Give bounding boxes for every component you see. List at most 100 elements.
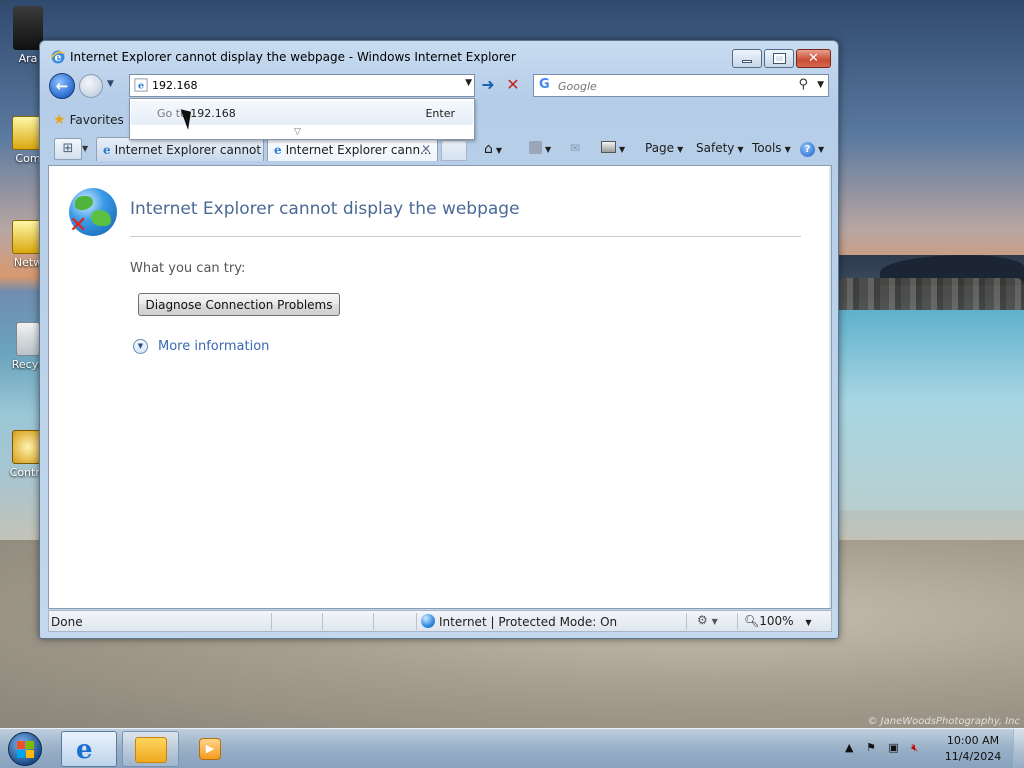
tab-1[interactable]: e Internet Explorer cannot ... [96,137,264,161]
safety-menu-label: Safety [696,141,735,155]
back-arrow-icon: ← [55,77,69,95]
autocomplete-expand-icon[interactable]: ▽ [294,127,301,137]
print-button[interactable]: ▼ [601,141,625,155]
taskbar-windows-explorer[interactable] [122,731,179,767]
start-button[interactable] [8,732,42,766]
show-desktop-button[interactable] [1013,729,1024,768]
clock-date: 11/4/2024 [944,750,1002,763]
ie-logo-icon: e [50,50,66,64]
favorites-button[interactable]: ★ Favorites [53,112,124,128]
zone-label: Internet | Protected Mode: On [439,615,618,629]
search-icon[interactable]: ⚲ [798,77,808,92]
clock-time: 10:00 AM [946,734,1000,747]
go-arrow-icon: ➜ [481,75,495,94]
page-content: ✕ Internet Explorer cannot display the w… [48,165,832,609]
diagnose-connection-button[interactable]: Diagnose Connection Problems [138,293,340,316]
forward-button[interactable] [79,74,103,98]
go-button[interactable]: ➜ [477,76,499,96]
action-center-flag-icon[interactable]: ⚑ [866,741,876,754]
back-button[interactable]: ← [49,73,75,99]
address-dropdown-icon[interactable]: ▼ [465,78,472,88]
recycle-bin-icon [16,322,40,356]
status-text: Done [51,615,83,629]
history-dropdown-icon[interactable]: ▼ [107,79,114,89]
close-button[interactable]: ✕ [796,49,831,68]
chevron-down-icon: ▼ [677,145,684,154]
minimize-button[interactable] [732,49,762,68]
windows-logo-icon [17,741,25,749]
tab-close-icon[interactable]: ✕ [421,142,431,156]
more-information-link[interactable]: More information [158,339,269,354]
enter-hint: Enter [425,107,455,120]
search-options-dropdown-icon[interactable]: ▼ [817,80,824,90]
zoom-magnifier-icon: 🔍︎ [744,614,760,628]
taskbar-media-player[interactable]: ▶ [185,731,229,767]
minimize-icon [742,60,752,63]
status-divider [271,613,272,630]
status-divider [373,613,374,630]
safety-menu[interactable]: Safety ▼ [696,141,744,155]
maximize-button[interactable] [764,49,794,68]
ie-logo-icon: e [76,735,93,765]
quick-tabs-button[interactable]: ⊞ [54,138,82,160]
security-zone[interactable]: Internet | Protected Mode: On [421,614,617,629]
addons-icon: ⚙ [697,613,708,627]
tab-row: ⊞ ▼ e Internet Explorer cannot ... e Inter… [46,136,832,163]
address-bar[interactable]: e ▼ [129,74,475,97]
page-icon: e [134,78,148,92]
read-mail-button[interactable]: ✉ [570,141,580,155]
stop-button[interactable]: ✕ [502,76,524,96]
status-divider [686,613,687,630]
printer-icon [601,141,616,153]
address-input[interactable] [152,77,452,94]
favorites-star-icon: ★ [53,112,66,128]
volume-muted-icon[interactable]: 🔇︎ [911,741,918,754]
chevron-down-icon: ▼ [784,145,791,154]
wallpaper-watermark: © JaneWoodsPhotography, Inc [867,716,1020,727]
folder-icon [135,737,167,763]
status-divider [322,613,323,630]
search-input[interactable] [558,78,788,94]
tab-label: Internet Explorer cann... [285,143,432,157]
show-hidden-icons[interactable]: ▲ [845,741,853,754]
search-box[interactable]: G ⚲ ▼ [533,74,829,97]
title-divider [130,236,801,237]
clock[interactable]: 10:00 AM 11/4/2024 [940,733,1006,765]
page-menu[interactable]: Page ▼ [645,141,683,155]
rss-feed-icon [529,141,542,154]
system-tray: ▲ ⚑ ▣ 🔇︎ [845,741,927,755]
stop-icon: ✕ [506,75,520,94]
feeds-button[interactable]: ▼ [529,141,551,155]
ie-window: e Internet Explorer cannot display the w… [39,40,839,639]
status-divider [416,613,417,630]
zoom-dropdown-icon: ▼ [805,618,812,627]
help-menu[interactable]: ? ▼ [800,141,824,157]
error-title: Internet Explorer cannot display the web… [130,199,520,219]
address-autocomplete-dropdown: Go to 192.168 Enter ▽ [129,98,475,140]
zoom-control[interactable]: 🔍︎100% ▼ [744,614,812,628]
chevron-down-icon: ▼ [737,145,744,154]
home-icon: ⌂ [484,141,493,157]
taskbar-internet-explorer[interactable]: e [61,731,117,767]
desktop-wallpaper-rocks [838,278,1024,310]
network-icon[interactable]: ▣ [888,741,898,754]
expand-circle-icon[interactable]: ▼ [133,339,148,354]
status-divider [737,613,738,630]
home-button[interactable]: ⌂ ▼ [484,141,502,157]
title-bar[interactable]: e Internet Explorer cannot display the w… [40,41,838,71]
addons-button[interactable]: ⚙ ▼ [697,613,718,627]
tools-menu-label: Tools [752,141,782,155]
favorites-label: Favorites [69,113,124,127]
media-player-icon: ▶ [199,738,221,760]
maximize-icon [772,53,786,64]
google-logo-icon: G [539,77,550,92]
goto-value: 192.168 [190,107,236,120]
taskbar: e ▶ ▲ ⚑ ▣ 🔇︎ 10:00 AM 11/4/2024 [0,728,1024,768]
desktop-wallpaper-water [835,310,1024,510]
status-bar: Done Internet | Protected Mode: On ⚙ ▼ 🔍… [48,610,832,632]
tab-2-active[interactable]: e Internet Explorer cann... ✕ [267,137,438,161]
new-tab-button[interactable] [441,140,467,161]
try-label: What you can try: [130,261,246,276]
tab-list-dropdown-icon[interactable]: ▼ [82,138,92,160]
tools-menu[interactable]: Tools ▼ [752,141,791,155]
